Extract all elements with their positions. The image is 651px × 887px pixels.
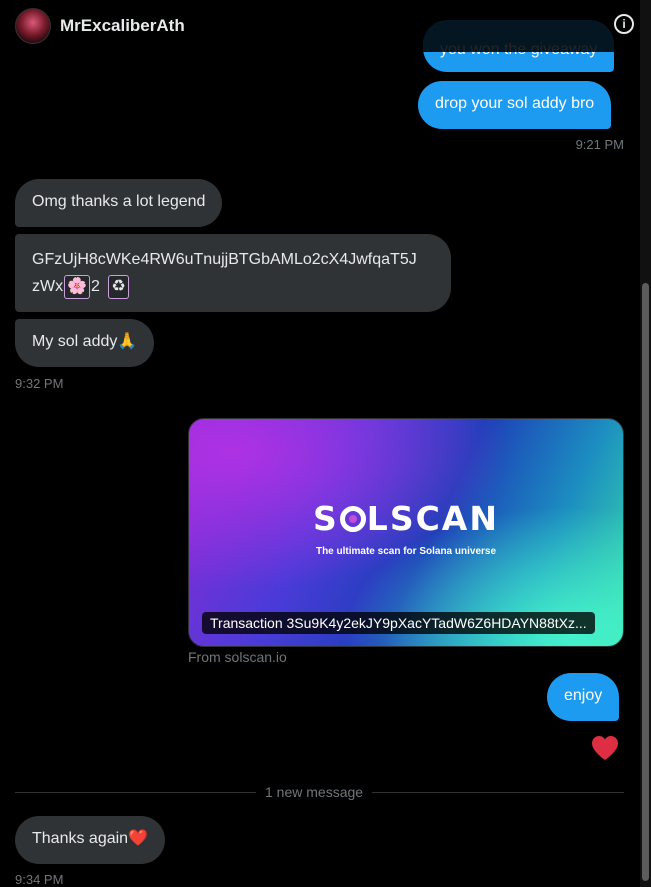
recycle-icon: ♻ <box>108 275 129 299</box>
solscan-logo: S LSCAN <box>189 499 623 538</box>
message-text-line: GFzUjH8cWKe4RW6uTnujjBTGbAMLo2cX4JwfqaT5… <box>32 251 417 268</box>
message-text: enjoy <box>564 687 603 704</box>
card-source[interactable]: From solscan.io <box>188 649 287 665</box>
message-text: drop your sol addy bro <box>435 95 595 112</box>
heart-reaction-icon[interactable] <box>591 735 619 761</box>
card-tagline: The ultimate scan for Solana universe <box>315 546 497 557</box>
message-timestamp: 9:32 PM <box>15 376 64 391</box>
info-icon[interactable]: i <box>614 14 634 34</box>
received-message[interactable]: GFzUjH8cWKe4RW6uTnujjBTGbAMLo2cX4JwfqaT5… <box>15 234 451 312</box>
received-message[interactable]: Thanks again❤️ <box>15 816 165 864</box>
new-message-label: 1 new message <box>256 784 373 800</box>
logo-text: LSCAN <box>366 499 499 538</box>
link-preview-card[interactable]: S LSCAN The ultimate scan for Solana univ… <box>188 418 624 647</box>
message-text: Thanks again❤️ <box>32 830 148 847</box>
received-message[interactable]: Omg thanks a lot legend <box>15 179 223 227</box>
logo-o-mark <box>339 506 366 532</box>
logo-text: S <box>313 499 339 538</box>
card-title[interactable]: Transaction 3Su9K4y2ekJY9pXacYTadW6Z6HDA… <box>202 612 595 634</box>
conversation-name[interactable]: MrExcaliberAth <box>60 16 185 36</box>
flower-emoji: 🌸 <box>64 275 91 299</box>
received-message[interactable]: My sol addy🙏 <box>15 319 155 367</box>
message-timestamp: 9:34 PM <box>15 872 64 887</box>
info-icon-glyph: i <box>622 17 626 31</box>
sent-message[interactable]: drop your sol addy bro <box>418 81 612 129</box>
message-text-line: zWx 🌸 2 ♻ <box>32 273 434 300</box>
conversation-header: MrExcaliberAth i <box>0 0 640 52</box>
message-timestamp: 9:21 PM <box>575 137 624 152</box>
scrollbar-thumb[interactable] <box>642 283 649 881</box>
message-text: 2 <box>91 278 100 295</box>
avatar[interactable] <box>15 8 51 44</box>
message-text: My sol addy🙏 <box>32 333 138 350</box>
message-text: Omg thanks a lot legend <box>32 193 206 210</box>
message-text: zWx <box>32 278 64 295</box>
sent-message[interactable]: enjoy <box>547 673 620 721</box>
